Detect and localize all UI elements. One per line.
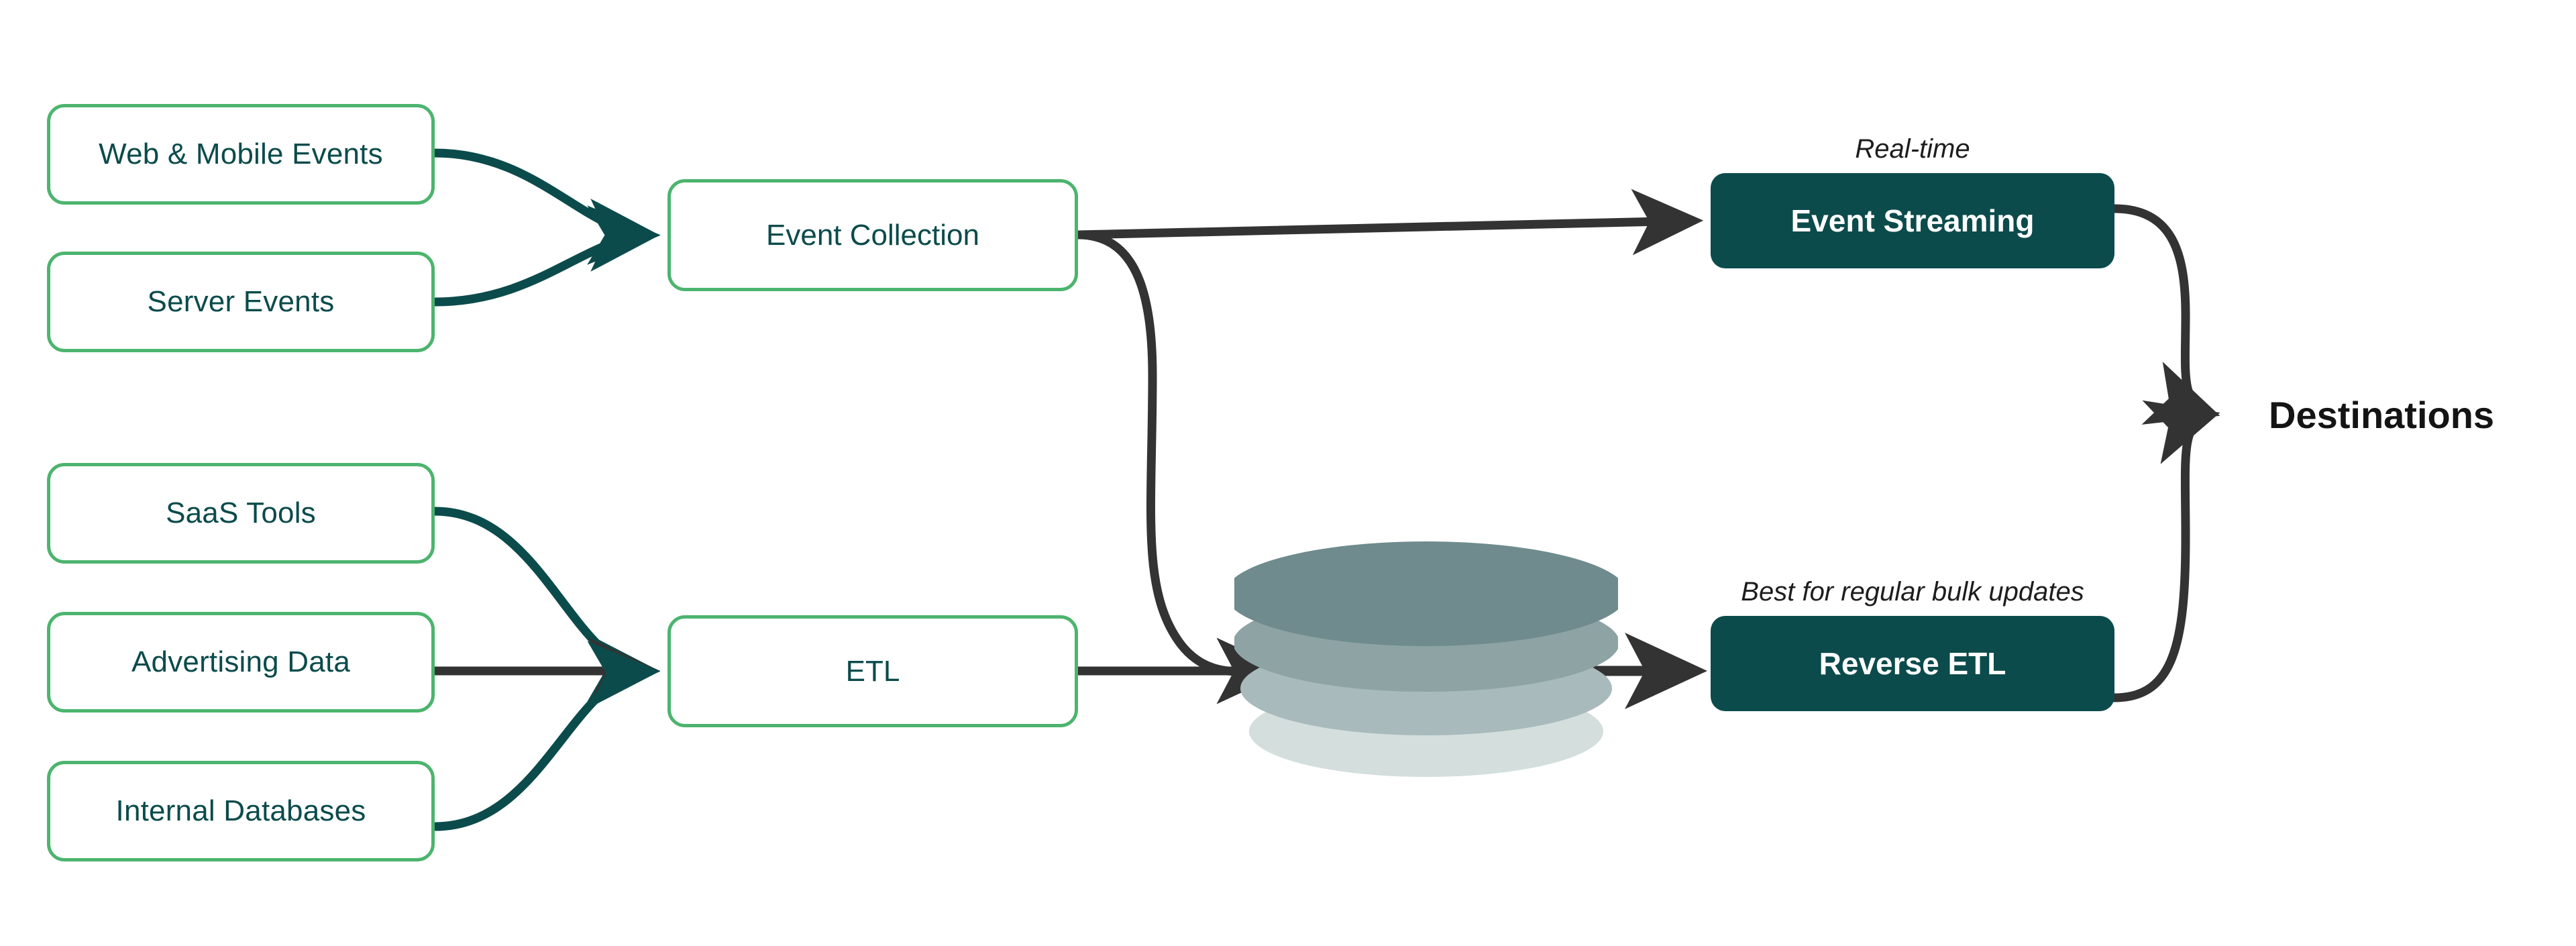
data-warehouse-icon [1225, 530, 1627, 792]
annotation-text-real-time: Real-time [1855, 134, 1970, 164]
annotation-bulk-updates: Best for regular bulk updates [1711, 577, 2114, 607]
source-box-web-mobile-events[interactable]: Web & Mobile Events [47, 104, 435, 205]
edge-event-collection-to-event-streaming [1073, 189, 1704, 256]
source-box-server-events[interactable]: Server Events [47, 252, 435, 352]
edge-web-mobile-to-event-collection [430, 148, 661, 265]
source-label-advertising-data: Advertising Data [131, 645, 351, 678]
destinations-label: Destinations [2269, 394, 2495, 436]
source-box-advertising-data[interactable]: Advertising Data [47, 612, 435, 713]
warehouse-layer-1 [1225, 541, 1627, 646]
process-box-event-collection[interactable]: Event Collection [667, 179, 1078, 291]
output-label-event-streaming: Event Streaming [1790, 203, 2035, 238]
edge-internal-databases-to-etl [430, 641, 661, 831]
source-label-saas-tools: SaaS Tools [166, 496, 316, 529]
process-label-etl: ETL [845, 654, 900, 688]
annotation-text-bulk-updates: Best for regular bulk updates [1741, 577, 2084, 607]
edge-server-events-to-event-collection [430, 205, 661, 307]
source-box-internal-databases[interactable]: Internal Databases [47, 761, 435, 861]
diagram-canvas: Web & Mobile Events Server Events SaaS T… [0, 0, 2576, 946]
edge-event-streaming-to-destinations [2110, 204, 2220, 425]
edge-reverse-etl-to-destinations [2110, 400, 2220, 702]
edge-saas-tools-to-etl [430, 507, 661, 702]
annotation-real-time: Real-time [1711, 134, 2114, 164]
process-box-etl[interactable]: ETL [667, 615, 1078, 727]
output-box-reverse-etl[interactable]: Reverse ETL [1711, 616, 2114, 711]
source-label-internal-databases: Internal Databases [115, 794, 366, 827]
output-label-reverse-etl: Reverse ETL [1819, 646, 2006, 681]
source-box-saas-tools[interactable]: SaaS Tools [47, 463, 435, 564]
output-box-event-streaming[interactable]: Event Streaming [1711, 173, 2114, 268]
source-label-web-mobile-events: Web & Mobile Events [99, 138, 383, 170]
process-label-event-collection: Event Collection [766, 218, 979, 252]
source-label-server-events: Server Events [147, 285, 335, 318]
